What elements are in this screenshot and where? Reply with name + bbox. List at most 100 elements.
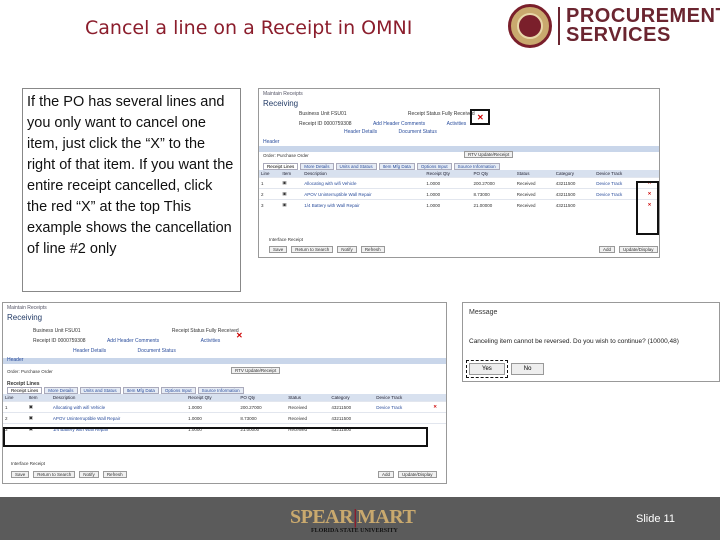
row-line: 1 <box>259 177 281 189</box>
page-heading: Receiving <box>263 99 299 108</box>
col-po-qty: PO Qty <box>471 170 515 178</box>
row-desc[interactable]: APOV Uninterruptible Wall Repair <box>50 412 187 424</box>
activities-link[interactable]: Activities <box>447 121 467 127</box>
tab-units-status[interactable]: Units and Status <box>79 387 121 394</box>
rtv-button[interactable]: RTV Update/Receipt <box>464 151 514 158</box>
col-device-track: Device Track <box>594 170 646 178</box>
highlight-box-cancel-receipt <box>470 109 490 125</box>
row-po: 200.27000 <box>238 401 287 413</box>
header-comments-link[interactable]: Add Header Comments <box>107 338 159 344</box>
tab-more-details[interactable]: More Details <box>44 387 78 394</box>
row-desc[interactable]: Allocating with wifi Vehicle <box>302 177 425 189</box>
row-cat: 43211500 <box>329 412 375 424</box>
row-qty[interactable]: 1.0000 <box>186 412 239 424</box>
col-description: Description <box>302 170 425 178</box>
section-header[interactable]: Header <box>7 357 23 363</box>
save-button[interactable]: Save <box>11 471 30 478</box>
header-fields-2: Receipt ID 0000759308 Add Header Comment… <box>299 121 466 127</box>
row-cat: 43211500 <box>553 199 595 211</box>
document-status-link[interactable]: Document Status <box>398 129 436 135</box>
receipt-row: Receipt ID 0000759308 Add Header Comment… <box>33 338 220 344</box>
tab-units-status[interactable]: Units and Status <box>335 163 377 170</box>
row-status: Received <box>514 177 554 189</box>
row-po: 200.27000 <box>471 177 515 189</box>
row-desc[interactable]: 1/4 Battery with Wall Repair <box>302 199 425 211</box>
bu-label: Business Unit <box>33 328 64 334</box>
status-value: Fully Received <box>205 328 239 334</box>
bu-value: FSU01 <box>330 111 347 117</box>
header-details-link[interactable]: Header Details <box>344 129 377 135</box>
receipt-screenshot-bottom: Maintain Receipts Receiving Business Uni… <box>2 302 447 484</box>
save-button[interactable]: Save <box>269 246 288 253</box>
cancel-receipt-x-icon[interactable]: ✕ <box>236 331 243 340</box>
col-category: Category <box>553 170 595 178</box>
no-button[interactable]: No <box>510 363 545 375</box>
return-search-button[interactable]: Return to Search <box>291 246 334 253</box>
spear-mart-logo: SPEAR|MART <box>290 506 416 528</box>
tab-options[interactable]: Options Input <box>416 163 452 170</box>
notify-button[interactable]: Notify <box>79 471 99 478</box>
yes-button[interactable]: Yes <box>466 360 508 378</box>
table-row: 1 ▣ Allocating with wifi Vehicle 1.0000 2… <box>259 177 659 189</box>
col-line: Line <box>259 170 281 178</box>
receipt-tabs: Receipt Lines More Details Units and Sta… <box>3 387 446 394</box>
tab-source-info[interactable]: Source Information <box>453 163 500 170</box>
table-row: 1 ▣ Allocating with wifi Vehicle 1.0000 2… <box>3 401 446 413</box>
col-status: Status <box>286 394 330 402</box>
row-qty[interactable]: 1.0000 <box>424 188 472 200</box>
activities-link[interactable]: Activities <box>201 338 221 344</box>
row-desc[interactable]: APOV Uninterruptible Wall Repair <box>302 188 425 200</box>
row-desc[interactable]: Allocating with wifi Vehicle <box>50 401 187 413</box>
tab-item-mfg[interactable]: Item Mfg Data <box>122 387 159 394</box>
breadcrumb: Maintain Receipts <box>7 305 47 311</box>
document-status-link[interactable]: Document Status <box>137 348 175 354</box>
slide-number: Slide 11 <box>636 513 675 525</box>
rtv-button[interactable]: RTV Update/Receipt <box>231 367 281 374</box>
table-row: 3 ▣ 1/4 Battery with Wall Repair 1.0000 2… <box>259 199 659 211</box>
add-button[interactable]: Add <box>378 471 395 478</box>
row-qty[interactable]: 1.0000 <box>424 199 472 211</box>
row-qty[interactable]: 1.0000 <box>424 177 472 189</box>
receipt-label: Receipt ID <box>33 338 57 344</box>
highlight-box-line-2 <box>3 427 428 447</box>
refresh-button[interactable]: Refresh <box>102 471 127 478</box>
tab-receipt-lines[interactable]: Receipt Lines <box>7 387 43 394</box>
tab-source-info[interactable]: Source Information <box>197 387 244 394</box>
slide-title: Cancel a line on a Receipt in OMNI <box>85 17 413 39</box>
highlight-box-line-x <box>636 181 659 235</box>
cancel-line-x-icon[interactable]: ✕ <box>431 401 446 413</box>
return-search-button[interactable]: Return to Search <box>33 471 76 478</box>
tab-item-mfg[interactable]: Item Mfg Data <box>378 163 415 170</box>
header-details-link[interactable]: Header Details <box>73 348 106 354</box>
col-po-qty: PO Qty <box>238 394 287 402</box>
section-bar <box>259 146 659 152</box>
row-qty[interactable]: 1.0000 <box>186 401 239 413</box>
col-status: Status <box>514 170 554 178</box>
col-device-track: Device Track <box>374 394 432 402</box>
bu-label: Business Unit <box>299 111 330 117</box>
row-line: 2 <box>259 188 281 200</box>
row-device[interactable]: Device Track <box>374 401 432 413</box>
refresh-button[interactable]: Refresh <box>360 246 385 253</box>
receipt-id: 0000759308 <box>323 121 352 127</box>
bu-value: FSU01 <box>64 328 81 334</box>
table-row: 2 ▣ APOV Uninterruptible Wall Repair 1.00… <box>259 188 659 200</box>
tab-options[interactable]: Options Input <box>160 387 196 394</box>
col-item: Item <box>280 170 303 178</box>
update-display-button[interactable]: Update/Display <box>398 471 437 478</box>
row-line: 1 <box>3 401 27 413</box>
tab-receipt-lines[interactable]: Receipt Lines <box>263 163 299 170</box>
header-fields: Business Unit FSU01 Receipt Status Fully… <box>299 111 599 117</box>
message-text: Canceling item cannot be reversed. Do yo… <box>469 338 679 345</box>
notify-button[interactable]: Notify <box>337 246 357 253</box>
links-row: Header Details Document Status <box>73 348 176 354</box>
add-button[interactable]: Add <box>599 246 616 253</box>
section-header[interactable]: Header <box>263 139 279 145</box>
header-comments-link[interactable]: Add Header Comments <box>373 121 425 127</box>
row-po: 8.73000 <box>238 412 287 424</box>
po-line: Order: Purchase Order <box>7 369 53 374</box>
logo-text: PROCUREMENT SERVICES <box>558 6 720 45</box>
tab-more-details[interactable]: More Details <box>300 163 334 170</box>
table-row: 2 ▣ APOV Uninterruptible Wall Repair 1.00… <box>3 412 446 424</box>
update-display-button[interactable]: Update/Display <box>619 246 658 253</box>
